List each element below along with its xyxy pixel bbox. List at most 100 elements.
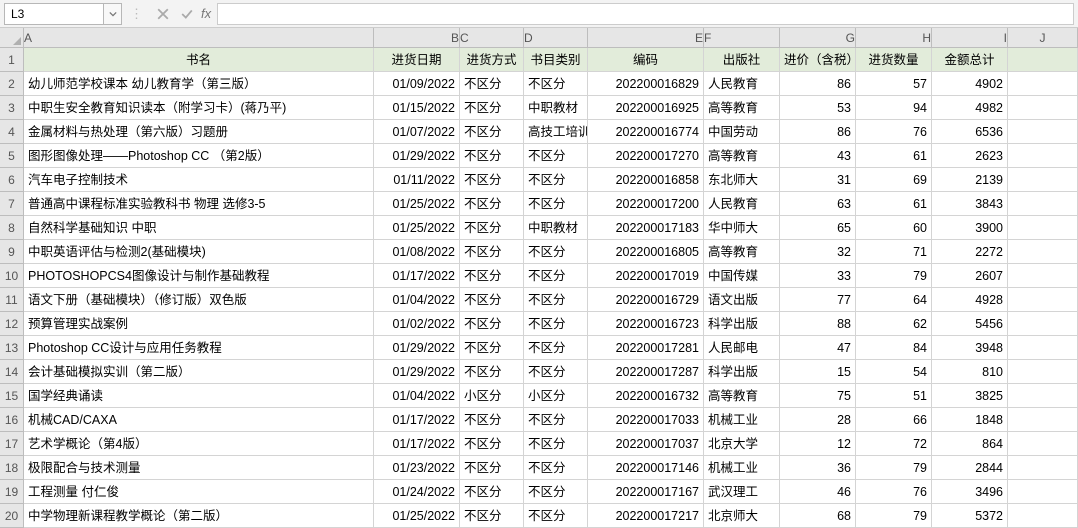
cell[interactable]: 中职教材 [524, 96, 588, 120]
cell[interactable]: 不区分 [524, 456, 588, 480]
formula-bar[interactable] [217, 3, 1074, 25]
cell[interactable]: 语文出版 [704, 288, 780, 312]
cell[interactable]: 202200017281 [588, 336, 704, 360]
cell[interactable]: 202200017200 [588, 192, 704, 216]
row-header[interactable]: 1 [0, 48, 24, 72]
cell[interactable]: 01/25/2022 [374, 192, 460, 216]
cell[interactable]: 2623 [932, 144, 1008, 168]
row-header[interactable]: 10 [0, 264, 24, 288]
cell[interactable]: 北京大学 [704, 432, 780, 456]
cell[interactable]: 31 [780, 168, 856, 192]
cell[interactable]: 57 [856, 72, 932, 96]
cell[interactable]: 不区分 [460, 192, 524, 216]
cell[interactable]: 202200017167 [588, 480, 704, 504]
confirm-formula-button[interactable] [177, 4, 197, 24]
cell[interactable] [1008, 120, 1078, 144]
cell[interactable]: 小区分 [460, 384, 524, 408]
row-header[interactable]: 16 [0, 408, 24, 432]
cell[interactable]: 不区分 [460, 480, 524, 504]
cell[interactable] [1008, 360, 1078, 384]
header-cell[interactable]: 编码 [588, 48, 704, 72]
cell[interactable]: 46 [780, 480, 856, 504]
cell[interactable]: 43 [780, 144, 856, 168]
cell[interactable]: 4982 [932, 96, 1008, 120]
cell[interactable]: 普通高中课程标准实验教科书 物理 选修3-5 [24, 192, 374, 216]
cell[interactable]: 62 [856, 312, 932, 336]
cell[interactable] [1008, 480, 1078, 504]
cell[interactable]: 艺术学概论（第4版） [24, 432, 374, 456]
row-header[interactable]: 13 [0, 336, 24, 360]
cell[interactable]: PHOTOSHOPCS4图像设计与制作基础教程 [24, 264, 374, 288]
cell[interactable]: 不区分 [524, 168, 588, 192]
row-header[interactable]: 15 [0, 384, 24, 408]
header-cell[interactable]: 进货数量 [856, 48, 932, 72]
cell[interactable]: 4928 [932, 288, 1008, 312]
cell[interactable] [1008, 168, 1078, 192]
cell[interactable]: 中国劳动 [704, 120, 780, 144]
cell[interactable]: 76 [856, 480, 932, 504]
cell[interactable]: 小区分 [524, 384, 588, 408]
cell[interactable]: 不区分 [524, 264, 588, 288]
cell[interactable]: 01/09/2022 [374, 72, 460, 96]
row-header[interactable]: 5 [0, 144, 24, 168]
cell[interactable] [1008, 240, 1078, 264]
cell[interactable]: 32 [780, 240, 856, 264]
cell[interactable]: 语文下册（基础模块）（修订版）双色版 [24, 288, 374, 312]
header-cell[interactable]: 金额总计 [932, 48, 1008, 72]
cell[interactable]: 国学经典诵读 [24, 384, 374, 408]
cell[interactable]: 人民邮电 [704, 336, 780, 360]
row-header[interactable]: 4 [0, 120, 24, 144]
cell[interactable]: 不区分 [524, 144, 588, 168]
cell[interactable]: 77 [780, 288, 856, 312]
cell[interactable]: 202200016774 [588, 120, 704, 144]
cell[interactable]: 不区分 [524, 312, 588, 336]
cell[interactable]: 2844 [932, 456, 1008, 480]
column-header-C[interactable]: C [460, 28, 524, 48]
cell[interactable]: 不区分 [460, 240, 524, 264]
cell[interactable]: 不区分 [524, 432, 588, 456]
cell[interactable]: 01/29/2022 [374, 336, 460, 360]
cell[interactable]: 01/25/2022 [374, 504, 460, 528]
column-header-A[interactable]: A [24, 28, 374, 48]
cell[interactable]: 机械工业 [704, 456, 780, 480]
cell[interactable] [1008, 288, 1078, 312]
cell[interactable]: 51 [856, 384, 932, 408]
cell[interactable]: 202200016729 [588, 288, 704, 312]
row-header[interactable]: 20 [0, 504, 24, 528]
cell[interactable]: 71 [856, 240, 932, 264]
cell[interactable]: 01/11/2022 [374, 168, 460, 192]
row-header[interactable]: 17 [0, 432, 24, 456]
cell[interactable]: 高技工培训 [524, 120, 588, 144]
cell[interactable]: 北京师大 [704, 504, 780, 528]
cell[interactable]: 79 [856, 456, 932, 480]
cell[interactable]: 4902 [932, 72, 1008, 96]
cell[interactable]: 864 [932, 432, 1008, 456]
row-header[interactable]: 3 [0, 96, 24, 120]
name-box-dropdown[interactable] [104, 3, 122, 25]
cell[interactable]: 810 [932, 360, 1008, 384]
cell[interactable]: 3496 [932, 480, 1008, 504]
cell[interactable]: 47 [780, 336, 856, 360]
cell[interactable]: 自然科学基础知识 中职 [24, 216, 374, 240]
cell[interactable]: 不区分 [524, 288, 588, 312]
cell[interactable]: 01/29/2022 [374, 144, 460, 168]
cell[interactable]: 01/02/2022 [374, 312, 460, 336]
cell[interactable]: 不区分 [460, 72, 524, 96]
cell[interactable]: 94 [856, 96, 932, 120]
cell[interactable]: 中职英语评估与检测2(基础模块) [24, 240, 374, 264]
cell[interactable]: 01/25/2022 [374, 216, 460, 240]
cancel-formula-button[interactable] [153, 4, 173, 24]
cell[interactable]: 5372 [932, 504, 1008, 528]
cell[interactable]: 科学出版 [704, 312, 780, 336]
cell[interactable]: 东北师大 [704, 168, 780, 192]
cell[interactable]: 工程测量 付仁俊 [24, 480, 374, 504]
cell[interactable]: 机械CAD/CAXA [24, 408, 374, 432]
cell[interactable] [1008, 192, 1078, 216]
cell[interactable] [1008, 432, 1078, 456]
cell[interactable]: 不区分 [460, 360, 524, 384]
cell[interactable]: 202200017033 [588, 408, 704, 432]
cell[interactable]: 图形图像处理——Photoshop CC （第2版） [24, 144, 374, 168]
cell[interactable] [1008, 72, 1078, 96]
column-header-H[interactable]: H [856, 28, 932, 48]
cell[interactable]: 科学出版 [704, 360, 780, 384]
